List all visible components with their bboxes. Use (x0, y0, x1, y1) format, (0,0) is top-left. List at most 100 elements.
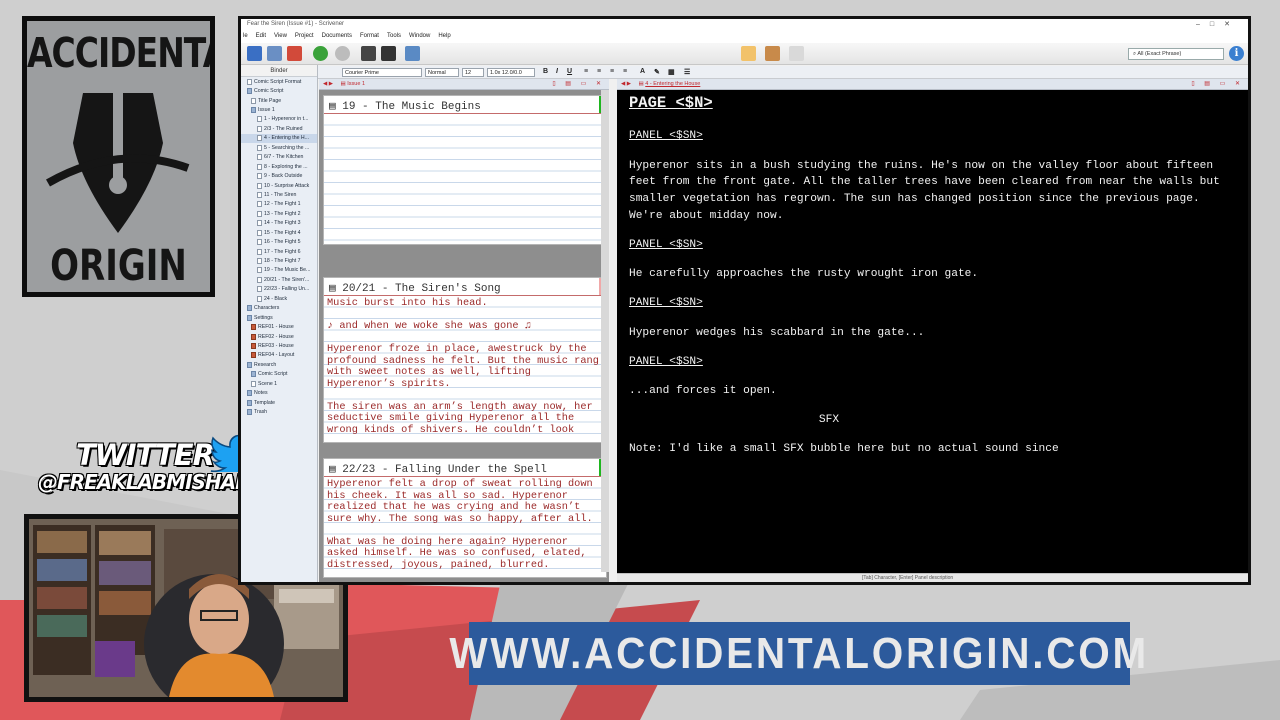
align-center-icon[interactable]: ≡ (597, 68, 601, 75)
inspector-icon[interactable] (381, 46, 396, 61)
highlight-icon[interactable]: ✎ (654, 68, 660, 76)
binder-item[interactable]: 2/3 - The Ruined (241, 124, 317, 133)
binder-item[interactable]: Title Page (241, 96, 317, 105)
sync-icon[interactable] (287, 46, 302, 61)
pane-buttons[interactable]: ▯ ▤ ▭ ✕ (552, 80, 605, 87)
info-icon[interactable]: i (1229, 46, 1244, 61)
editor-breadcrumb[interactable]: 4 - Entering the House (645, 81, 700, 87)
binder-item[interactable]: 6/7 - The Kitchen (241, 153, 317, 162)
menu-edit[interactable]: Edit (256, 33, 266, 41)
scene-paragraph: The siren was an arm’s length away now, … (327, 400, 593, 436)
scene-body[interactable]: Hyperenor felt a drop of sweat rolling d… (324, 477, 606, 577)
scene-body-empty (324, 114, 606, 244)
binder-item[interactable]: Scene 1 (241, 379, 317, 388)
page-heading: PAGE <$N> (629, 94, 713, 112)
binder-item[interactable]: 1 - Hyperenor in t... (241, 115, 317, 124)
view-scrivenings-icon[interactable] (741, 46, 756, 61)
binder-item[interactable]: REF02 - House (241, 332, 317, 341)
scene-body[interactable]: Music burst into his head. ♪ and when we… (324, 296, 606, 442)
text-color-icon[interactable]: A (640, 68, 645, 75)
bold-button[interactable]: B (543, 68, 548, 75)
compile-icon[interactable] (405, 46, 420, 61)
binder-item[interactable]: 24 - Black (241, 294, 317, 303)
binder-item[interactable]: Issue 1 (241, 105, 317, 114)
binder-item[interactable]: REF03 - House (241, 341, 317, 350)
binder-item[interactable]: Characters (241, 304, 317, 313)
binder-item[interactable]: 11 - The Siren (241, 190, 317, 199)
view-corkboard-icon[interactable] (765, 46, 780, 61)
binder-item[interactable]: Comic Script (241, 370, 317, 379)
menu-tools[interactable]: Tools (387, 33, 401, 41)
binder-item[interactable]: 5 - Searching the ... (241, 143, 317, 152)
folder-icon[interactable] (267, 46, 282, 61)
scene-card[interactable]: ▤ 19 - The Music Begins (323, 95, 607, 245)
scene-card[interactable]: ▤ 22/23 - Falling Under the Spell Hypere… (323, 458, 607, 578)
binder-item[interactable]: Notes (241, 388, 317, 397)
binder-item[interactable]: 19 - The Music Be... (241, 266, 317, 275)
search-input[interactable]: ⌕ All (Exact Phrase) (1128, 48, 1224, 60)
binder-item[interactable]: 20/21 - The Siren'... (241, 275, 317, 284)
add-icon[interactable] (313, 46, 328, 61)
font-size-select[interactable]: 12 (462, 68, 484, 77)
binder-item[interactable]: Template (241, 398, 317, 407)
menu-file[interactable]: le (243, 33, 248, 41)
scene-card[interactable]: ▤ 20/21 - The Siren's Song Music burst i… (323, 277, 607, 443)
window-controls[interactable]: –□✕ (1196, 20, 1240, 28)
binder-item[interactable]: REF01 - House (241, 322, 317, 331)
menu-documents[interactable]: Documents (322, 33, 352, 41)
binder-item-label: 15 - The Fight 4 (264, 229, 301, 236)
menu-help[interactable]: Help (438, 33, 450, 41)
menu-format[interactable]: Format (360, 33, 379, 41)
document-icon (257, 182, 262, 189)
editor-pane-buttons[interactable]: ▯ ▤ ▭ ✕ (1191, 80, 1244, 87)
line-spacing-select[interactable]: 1.0x 12.0/0.0 (487, 68, 535, 77)
folder-icon (247, 314, 252, 321)
logo-line-2: ORIGIN (50, 241, 187, 291)
binder-item[interactable]: 9 - Back Outside (241, 171, 317, 180)
binder-item[interactable]: 10 - Surprise Attack (241, 181, 317, 190)
menu-view[interactable]: View (274, 33, 287, 41)
list-icon[interactable]: ☰ (684, 68, 690, 76)
underline-button[interactable]: U (567, 68, 572, 75)
binder-item[interactable]: 15 - The Fight 4 (241, 228, 317, 237)
trash-icon[interactable] (335, 46, 350, 61)
binder-item[interactable]: Comic Script (241, 86, 317, 95)
binder-toggle-icon[interactable] (247, 46, 262, 61)
keywords-icon[interactable] (361, 46, 376, 61)
editor-nav-arrows-icon[interactable]: ◀ ▶ (621, 81, 631, 87)
binder-item[interactable]: Comic Script Format (241, 77, 317, 86)
document-icon (251, 97, 256, 104)
left-pane-breadcrumb[interactable]: Issue 1 (347, 81, 365, 87)
align-left-icon[interactable]: ≡ (584, 68, 588, 75)
menu-window[interactable]: Window (409, 33, 430, 41)
binder-item[interactable]: 14 - The Fight 3 (241, 219, 317, 228)
binder-item[interactable]: 22/23 - Falling Un... (241, 285, 317, 294)
font-family-select[interactable]: Courier Prime (342, 68, 422, 77)
table-icon[interactable]: ▦ (668, 68, 675, 76)
document-icon (257, 229, 262, 236)
binder-item[interactable]: Research (241, 360, 317, 369)
binder-item[interactable]: 4 - Entering the H... (241, 133, 317, 144)
twitter-badge: TWITTER @FREAKLABMISHAP (38, 432, 259, 504)
binder-item[interactable]: Trash (241, 407, 317, 416)
binder-item[interactable]: 8 - Exploring the ... (241, 162, 317, 171)
left-pane-scrollbar[interactable] (601, 90, 609, 572)
format-bar: Courier Prime Normal 12 1.0x 12.0/0.0 B … (318, 66, 1248, 79)
document-icon (257, 210, 262, 217)
justify-icon[interactable]: ≡ (623, 68, 627, 75)
binder-item[interactable]: REF04 - Layout (241, 351, 317, 360)
nav-arrows-icon[interactable]: ◀ ▶ (323, 81, 333, 87)
align-right-icon[interactable]: ≡ (610, 68, 614, 75)
document-icon (257, 163, 262, 170)
binder-item[interactable]: 18 - The Fight 7 (241, 256, 317, 265)
menu-project[interactable]: Project (295, 33, 314, 41)
view-outline-icon[interactable] (789, 46, 804, 61)
binder-item[interactable]: 13 - The Fight 2 (241, 209, 317, 218)
binder-item[interactable]: 12 - The Fight 1 (241, 200, 317, 209)
binder-item[interactable]: Settings (241, 313, 317, 322)
italic-button[interactable]: I (556, 68, 558, 75)
script-text[interactable]: PAGE <$N> PANEL <$SN> Hyperenor sits in a… (629, 95, 1238, 471)
font-weight-select[interactable]: Normal (425, 68, 459, 77)
binder-item[interactable]: 16 - The Fight 5 (241, 237, 317, 246)
binder-item[interactable]: 17 - The Fight 6 (241, 247, 317, 256)
